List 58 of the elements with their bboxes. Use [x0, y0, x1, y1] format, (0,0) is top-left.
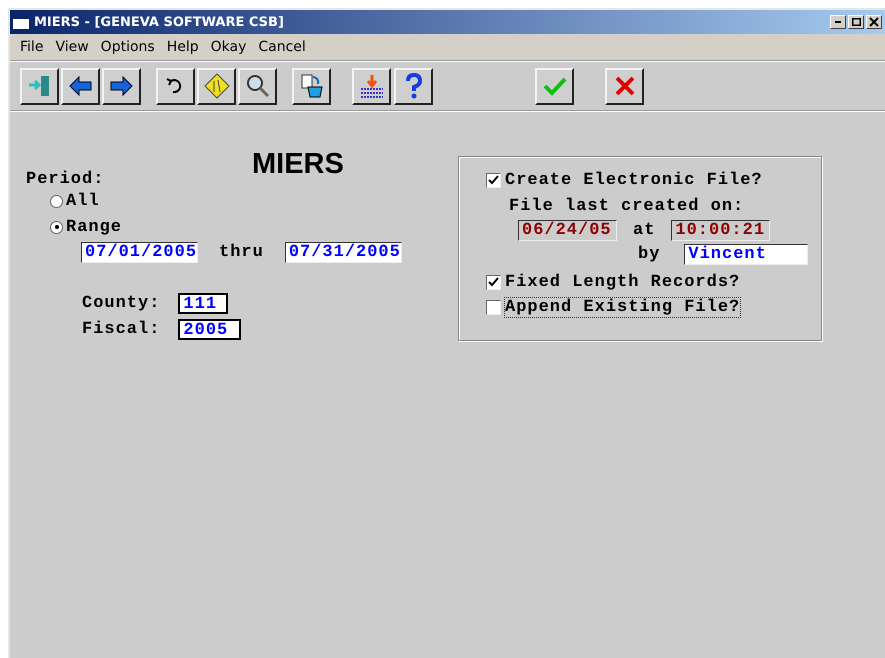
menu-item[interactable]: Options	[94, 39, 161, 55]
radio-label: Range	[66, 218, 122, 236]
checkbox[interactable]	[486, 172, 501, 188]
time-field[interactable]: 10:00:21	[671, 220, 770, 240]
date-field[interactable]: 07/31/2005	[284, 242, 402, 262]
toolbar-button[interactable]	[61, 68, 100, 104]
checkbox[interactable]	[486, 300, 501, 314]
toolbar-button[interactable]	[238, 68, 277, 104]
right-arrow-icon	[108, 73, 134, 99]
ok-button[interactable]	[535, 68, 574, 104]
county-label: County:	[82, 294, 160, 312]
last-created-label: File last created on:	[509, 196, 744, 216]
close-icon	[869, 17, 879, 27]
date-field[interactable]: 06/24/05	[518, 220, 617, 240]
county-field[interactable]: 111	[178, 292, 228, 314]
menu-item[interactable]: View	[49, 39, 95, 55]
maximize-icon	[852, 18, 860, 26]
road-sign-icon	[204, 73, 230, 99]
close-button[interactable]	[866, 15, 882, 29]
fiscal-field[interactable]: 2005	[178, 318, 242, 340]
checkbox-label: Fixed Length Records?	[505, 272, 740, 292]
magnifier-icon	[244, 73, 270, 99]
radio-button[interactable]	[50, 220, 63, 234]
menu-item[interactable]: Okay	[204, 39, 252, 55]
toolbar-button[interactable]	[352, 68, 391, 104]
user-field[interactable]: Vincent	[684, 244, 808, 264]
fiscal-label: Fiscal:	[82, 320, 160, 338]
at-label: at	[633, 220, 656, 240]
menu-item[interactable]: File	[14, 39, 50, 55]
window-title: MIERS - [GENEVA SOFTWARE CSB]	[34, 14, 285, 30]
maximize-button[interactable]	[848, 15, 864, 29]
form-title: MIERS	[252, 152, 345, 176]
toolbar-button[interactable]	[292, 68, 331, 104]
radio-label: All	[66, 192, 100, 210]
toolbar-button[interactable]	[102, 68, 141, 104]
date-field[interactable]: 07/01/2005	[81, 242, 198, 262]
left-arrow-icon	[68, 73, 94, 99]
by-label: by	[638, 244, 660, 264]
toolbar-button[interactable]	[197, 68, 236, 104]
period-label: Period:	[26, 170, 104, 188]
minimize-button[interactable]	[830, 15, 846, 29]
toolbar-button[interactable]	[394, 68, 433, 104]
minimize-icon	[835, 21, 841, 23]
thru-label: thru	[219, 242, 264, 262]
toolbar-button[interactable]	[156, 68, 195, 104]
checkbox-label: Create Electronic File?	[505, 170, 763, 190]
menu-item[interactable]: Help	[160, 39, 205, 55]
cancel-button[interactable]	[605, 68, 644, 104]
radio-button[interactable]	[50, 194, 63, 208]
document-bucket-icon	[298, 73, 324, 99]
menu-item[interactable]: Cancel	[252, 39, 312, 55]
keyboard-arrow-icon	[358, 73, 384, 99]
close-icon	[614, 76, 634, 96]
checkbox-label: Append Existing File?	[505, 298, 740, 316]
check-icon	[542, 76, 566, 96]
window-icon	[13, 16, 29, 28]
toolbar-button[interactable]	[20, 68, 59, 104]
checkbox[interactable]	[486, 274, 501, 290]
